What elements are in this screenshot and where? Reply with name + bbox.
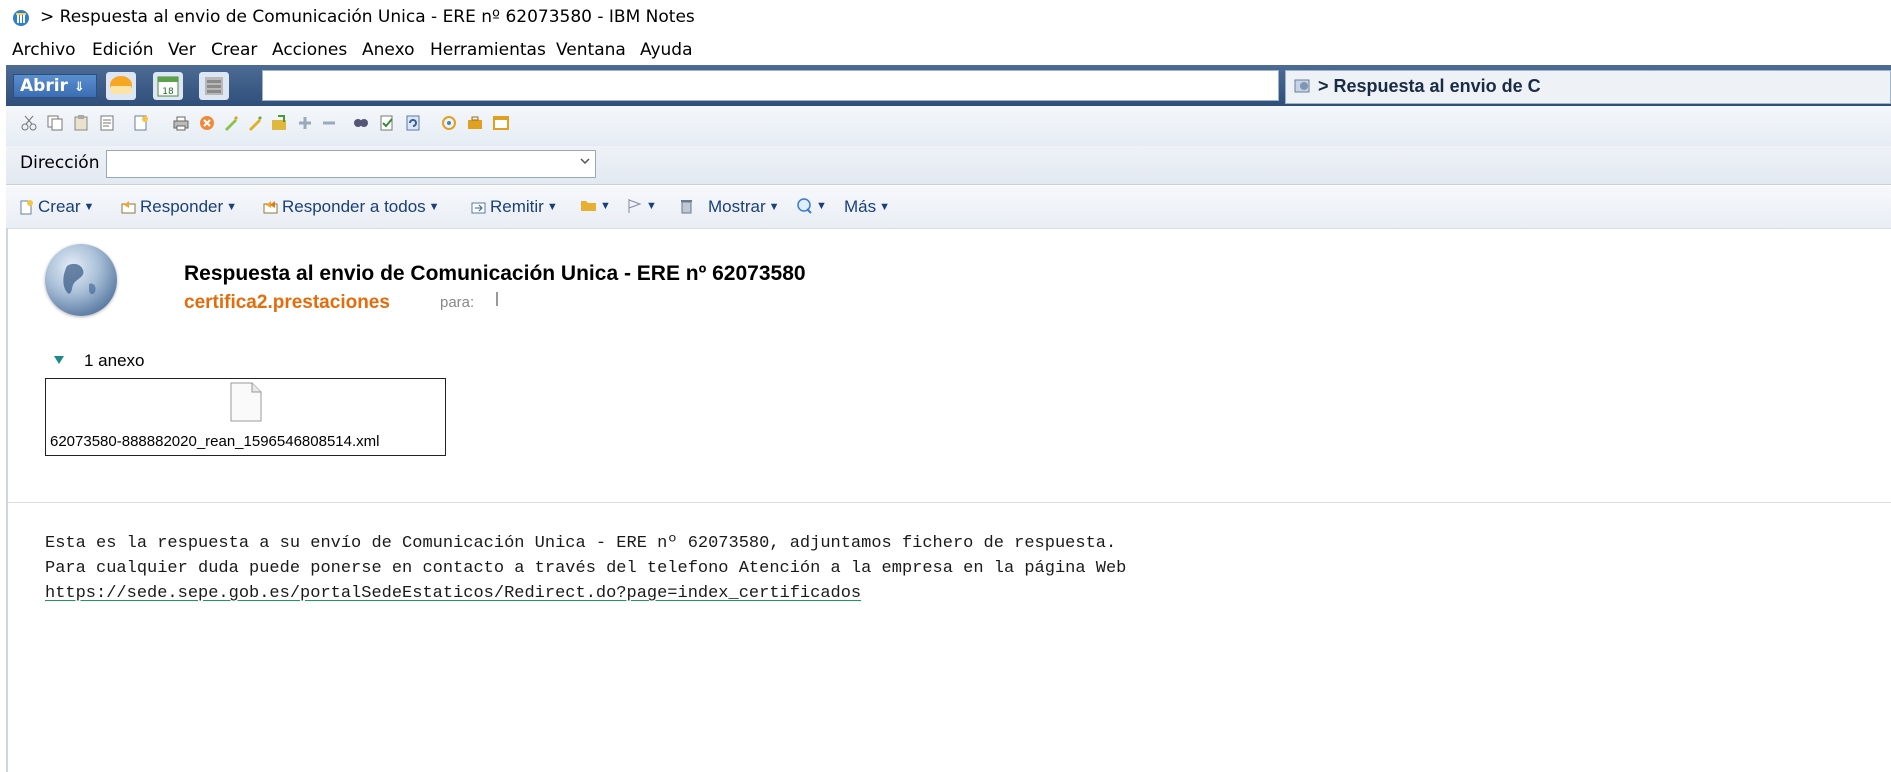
paste-icon[interactable]	[72, 114, 90, 132]
search-icon[interactable]	[352, 114, 370, 132]
globe-continents	[63, 263, 96, 295]
menu-ayuda[interactable]: Ayuda	[640, 40, 693, 60]
cut-icon[interactable]	[20, 114, 38, 132]
chevron-down-icon: ▼	[646, 199, 657, 212]
folder-button[interactable]: ▼	[580, 197, 611, 214]
open-button-label: Abrir	[20, 76, 68, 96]
forward-icon	[471, 202, 486, 213]
remove-icon[interactable]	[320, 114, 338, 132]
chevron-down-icon: ▼	[816, 199, 827, 212]
menu-crear[interactable]: Crear	[211, 40, 257, 60]
chat-icon	[797, 198, 812, 214]
chevron-down-icon[interactable]	[578, 154, 592, 168]
chevron-down-icon: ▼	[226, 201, 238, 213]
message-sender[interactable]: certifica2.prestaciones	[184, 292, 390, 314]
print-icon[interactable]	[172, 114, 190, 132]
attachment-count: 1 anexo	[84, 351, 145, 370]
mail-icon[interactable]	[106, 72, 136, 100]
recipient-redacted	[496, 292, 498, 306]
new-icon[interactable]	[132, 114, 150, 132]
reply-button[interactable]: Responder ▼	[120, 197, 237, 217]
file-icon	[230, 382, 262, 422]
tab-message-label: > Respuesta al envio de C	[1318, 76, 1541, 96]
briefcase-icon[interactable]	[466, 114, 484, 132]
menu-archivo[interactable]: Archivo	[12, 40, 76, 60]
reply-all-icon	[263, 200, 278, 213]
address-input[interactable]	[106, 150, 596, 178]
menu-edicion[interactable]: Edición	[92, 40, 154, 60]
chat-button[interactable]: ▼	[796, 197, 827, 214]
header-body-divider	[8, 502, 1891, 503]
chevron-down-icon: ▼	[546, 201, 558, 213]
calendar-icon[interactable]: 18	[153, 72, 183, 100]
reply-icon	[121, 200, 136, 213]
trash-icon	[681, 200, 692, 214]
chevron-down-icon: ▼	[83, 201, 95, 213]
address-label: Dirección	[20, 153, 100, 173]
chevron-down-icon: ▼	[600, 199, 611, 212]
menu-anexo[interactable]: Anexo	[362, 40, 415, 60]
check-icon[interactable]	[378, 114, 396, 132]
properties-icon[interactable]	[98, 114, 116, 132]
calendar-day: 18	[162, 87, 174, 97]
toolbar	[6, 106, 1891, 147]
replicate-icon[interactable]	[440, 114, 458, 132]
open-button[interactable]: Abrir ⇓	[13, 74, 97, 98]
reply-all-button[interactable]: Responder a todos ▼	[262, 197, 440, 217]
show-button[interactable]: Mostrar ▼	[708, 197, 780, 217]
menu-herramientas[interactable]: Herramientas	[430, 40, 546, 60]
create-button[interactable]: Crear ▼	[18, 197, 94, 217]
flag-button[interactable]: ▼	[626, 197, 657, 214]
content-left-border	[6, 228, 8, 772]
forward-label: Remitir	[490, 197, 544, 216]
delete-button[interactable]	[678, 197, 695, 214]
body-line-2: Para cualquier duda puede ponerse en con…	[45, 559, 1127, 578]
document-icon	[1294, 79, 1310, 93]
more-button[interactable]: Más ▼	[844, 197, 890, 217]
forward-button[interactable]: Remitir ▼	[470, 197, 558, 217]
attachment-filename[interactable]: 62073580-888882020_rean_1596546808514.xm…	[50, 433, 379, 450]
body-line-1: Esta es la respuesta a su envío de Comun…	[45, 534, 1117, 553]
body-link[interactable]: https://sede.sepe.gob.es/portalSedeEstat…	[45, 584, 861, 603]
chevron-down-icon: ▼	[428, 201, 440, 213]
attachments-toggle-icon[interactable]	[54, 356, 64, 364]
reply-all-label: Responder a todos	[282, 197, 426, 216]
chevron-down-icon: ▼	[879, 201, 891, 213]
tab-blank[interactable]	[262, 70, 1279, 101]
more-label: Más	[844, 197, 877, 216]
reply-label: Responder	[140, 197, 224, 216]
edit-alt-icon[interactable]	[246, 114, 264, 132]
create-label: Crear	[38, 197, 81, 216]
menu-bar: Archivo Edición Ver Crear Acciones Anexo…	[0, 36, 1891, 64]
folder-move-icon[interactable]	[270, 114, 288, 132]
menu-ver[interactable]: Ver	[168, 40, 196, 60]
refresh-icon[interactable]	[404, 114, 422, 132]
menu-acciones[interactable]: Acciones	[272, 40, 347, 60]
ibm-notes-app-icon	[13, 10, 29, 26]
add-icon[interactable]	[296, 114, 314, 132]
window-title: > Respuesta al envio de Comunicación Uni…	[40, 7, 695, 27]
arrow-down-icon: ⇓	[73, 80, 85, 95]
globe-avatar-icon	[45, 244, 117, 316]
show-label: Mostrar	[708, 197, 766, 216]
message-subject: Respuesta al envio de Comunicación Unica…	[184, 262, 806, 285]
new-doc-icon	[20, 199, 33, 214]
contacts-icon[interactable]	[199, 72, 229, 100]
copy-icon[interactable]	[46, 114, 64, 132]
flag-icon	[628, 199, 642, 213]
menu-ventana[interactable]: Ventana	[556, 40, 626, 60]
window-icon[interactable]	[492, 114, 510, 132]
folder-icon	[581, 201, 596, 211]
to-label: para:	[440, 294, 475, 311]
chevron-down-icon: ▼	[768, 201, 780, 213]
stop-icon[interactable]	[198, 114, 216, 132]
edit-icon[interactable]	[222, 114, 240, 132]
